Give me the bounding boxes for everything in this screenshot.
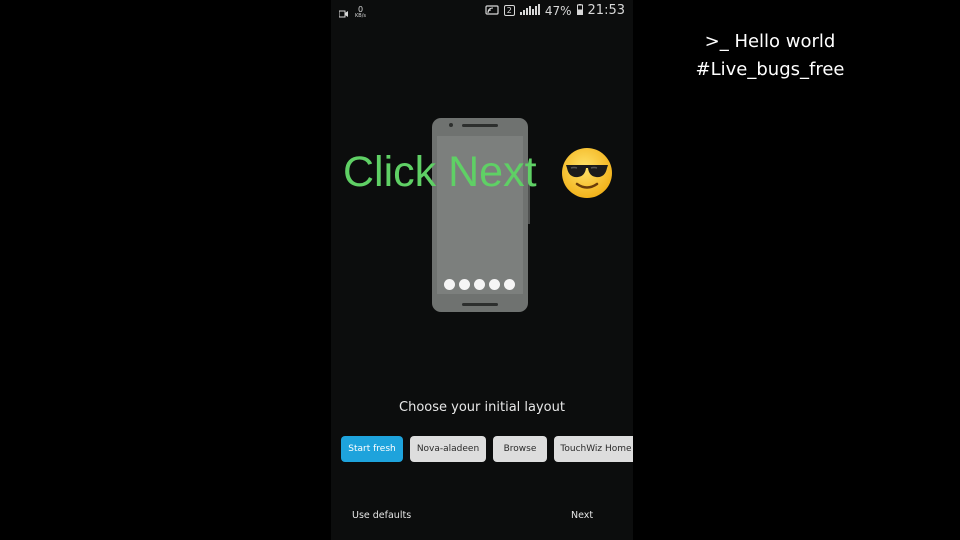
next-button[interactable]: Next <box>571 510 593 521</box>
status-clock: 21:53 <box>587 3 625 18</box>
dock-dot <box>444 279 455 290</box>
sunglasses-face-icon <box>560 146 614 200</box>
dock-dot <box>459 279 470 290</box>
caption-line-hello-world: >_ Hello world <box>704 31 836 52</box>
phone-illustration-speaker <box>462 124 498 127</box>
option-browse-button[interactable]: Browse <box>493 436 547 462</box>
layout-options-row: Start fresh Nova-aladeen Browse TouchWiz… <box>341 436 633 462</box>
dock-dot <box>489 279 500 290</box>
network-speed-unit: KB/s <box>355 12 366 19</box>
click-next-overlay-text: Click Next <box>343 148 537 196</box>
status-bar-left: 0 KB/s <box>338 3 366 22</box>
network-speed: 0 KB/s <box>355 5 366 19</box>
sim-slot-badge: 2 <box>503 5 515 16</box>
dock-dot <box>504 279 515 290</box>
video-camera-icon <box>338 3 349 22</box>
phone-illustration-bottom-bar <box>462 303 498 306</box>
caption-line-hashtag: #Live_bugs_free <box>695 59 845 80</box>
option-nova-aladeen-button[interactable]: Nova-aladeen <box>410 436 486 462</box>
battery-percentage: 47% <box>544 3 572 18</box>
battery-icon <box>576 3 583 18</box>
video-caption: >_ Hello world #Live_bugs_free <box>672 28 868 84</box>
dock-dot <box>474 279 485 290</box>
use-defaults-button[interactable]: Use defaults <box>352 510 411 521</box>
option-start-fresh-button[interactable]: Start fresh <box>341 436 403 462</box>
phone-screen: 0 KB/s 2 47% 21:53 Click Next Choose you… <box>331 0 633 540</box>
signal-strength-icon <box>519 3 540 18</box>
cast-icon <box>485 4 499 18</box>
status-bar: 0 KB/s 2 47% 21:53 <box>331 0 633 22</box>
app-dock-dots <box>444 279 515 290</box>
status-bar-right: 2 47% 21:53 <box>485 3 625 18</box>
option-touchwiz-home-button[interactable]: TouchWiz Home <box>554 436 633 462</box>
phone-illustration-camera <box>449 123 453 127</box>
layout-prompt-heading: Choose your initial layout <box>399 400 565 415</box>
